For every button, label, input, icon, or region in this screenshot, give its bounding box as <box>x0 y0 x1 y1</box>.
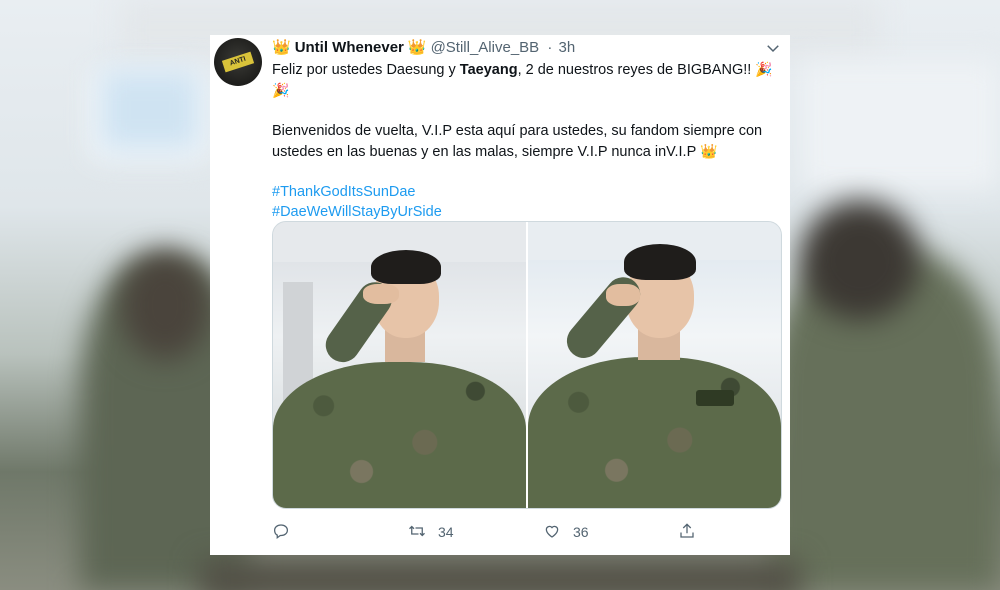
like-button[interactable]: 36 <box>543 521 589 543</box>
crown-emoji-icon: 👑 <box>272 39 291 56</box>
retweet-icon <box>408 522 426 543</box>
share-button[interactable] <box>678 521 696 543</box>
reply-icon <box>272 522 290 543</box>
tweet-card[interactable]: ANTI 👑 Until Whenever 👑 @Still_Alive_BB · 3… <box>210 35 790 555</box>
separator-dot: · <box>547 39 553 56</box>
hashtag-link[interactable]: #ThankGodItsSunDae <box>272 182 777 202</box>
party-popper-icon: 🎉 <box>755 61 773 77</box>
party-popper-icon: 🎉 <box>272 82 290 98</box>
tweet-text-paragraph: Bienvenidos de vuelta, V.I.P esta aquí p… <box>272 123 763 160</box>
display-name[interactable]: Until Whenever <box>295 39 404 56</box>
like-count: 36 <box>573 524 589 540</box>
chevron-down-icon[interactable] <box>764 39 782 57</box>
heart-icon <box>543 522 561 543</box>
avatar-badge: ANTI <box>221 51 255 73</box>
crown-emoji-icon: 👑 <box>407 39 427 56</box>
tweet-media[interactable] <box>272 221 782 509</box>
avatar[interactable]: ANTI <box>214 38 262 86</box>
tweet-actions: 34 36 <box>272 521 780 543</box>
share-icon <box>678 522 696 543</box>
retweet-button[interactable]: 34 <box>408 521 454 543</box>
tweet-text-part: , 2 de nuestros reyes de BIGBANG!! <box>517 62 756 78</box>
retweet-count: 34 <box>438 524 454 540</box>
tweet-text: Feliz por ustedes Daesung y Taeyang, 2 d… <box>272 59 777 222</box>
crown-emoji-icon: 👑 <box>700 143 718 159</box>
reply-button[interactable] <box>272 521 302 543</box>
photo-daesung[interactable] <box>528 222 781 508</box>
user-handle[interactable]: @Still_Alive_BB <box>431 39 540 56</box>
tweet-text-bold: Taeyang <box>459 62 518 78</box>
hashtag-link[interactable]: #DaeWeWillStayByUrSide <box>272 202 777 222</box>
timestamp[interactable]: 3h <box>559 39 576 56</box>
photo-taeyang[interactable] <box>273 222 526 508</box>
tweet-header: 👑 Until Whenever 👑 @Still_Alive_BB · 3h <box>272 38 575 58</box>
tweet-text-part: Feliz por ustedes Daesung y <box>272 62 460 78</box>
